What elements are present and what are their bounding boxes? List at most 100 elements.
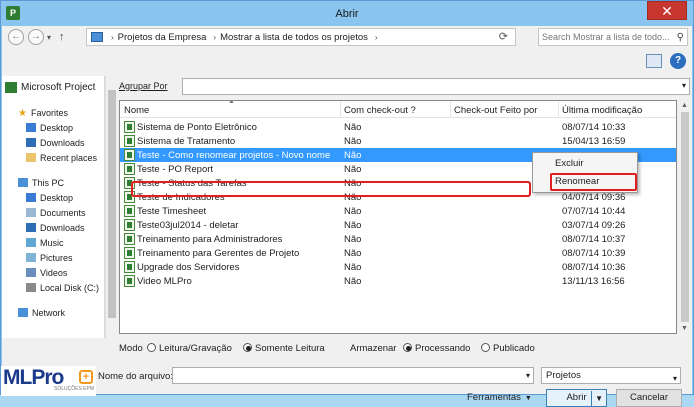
- radio-processing[interactable]: Processando: [403, 343, 470, 354]
- address-breadcrumb[interactable]: › Projetos da Empresa › Mostrar a lista …: [86, 28, 516, 46]
- radio-selected-icon: [243, 343, 252, 352]
- row-modified: 08/07/14 10:39: [562, 248, 626, 259]
- file-list-scrollbar[interactable]: ▲ ▼: [679, 100, 691, 334]
- radio-icon: [481, 343, 490, 352]
- nav-item-pictures[interactable]: Pictures: [2, 250, 104, 265]
- toolbar: ?: [2, 48, 692, 76]
- documents-icon: [26, 208, 36, 217]
- nav-item-microsoft-project[interactable]: Microsoft Project: [2, 80, 104, 95]
- radio-read-write[interactable]: Leitura/Gravação: [147, 343, 232, 354]
- project-file-icon: [124, 135, 135, 147]
- sort-caret-icon: ▲: [228, 100, 235, 105]
- address-bar-row: ← → ▾ ↑ › Projetos da Empresa › Mostrar …: [2, 26, 692, 48]
- disk-icon: [26, 283, 36, 292]
- row-name: Teste Timesheet: [137, 206, 207, 217]
- row-checkout: Não: [344, 234, 362, 245]
- row-name: Video MLPro: [137, 276, 192, 287]
- open-options-icon[interactable]: ▼: [591, 391, 603, 407]
- row-checkout: Não: [344, 164, 362, 175]
- plus-logo-icon: +: [79, 370, 93, 384]
- nav-item-local-disk[interactable]: Local Disk (C:): [2, 280, 104, 295]
- forward-button[interactable]: →: [28, 29, 44, 45]
- scroll-down-icon[interactable]: ▼: [681, 325, 688, 332]
- row-checkout: Não: [344, 136, 362, 147]
- open-button[interactable]: Abrir ▼: [546, 389, 607, 407]
- up-folder-button[interactable]: ↑: [59, 31, 65, 43]
- nav-item-documents[interactable]: Documents: [2, 205, 104, 220]
- column-header-modified[interactable]: Última modificação: [562, 105, 642, 116]
- nav-network[interactable]: Network: [2, 305, 104, 320]
- back-button[interactable]: ←: [8, 29, 24, 45]
- nav-item-videos[interactable]: Videos: [2, 265, 104, 280]
- filename-input[interactable]: ▾: [172, 367, 534, 384]
- nav-item-desktop-pc[interactable]: Desktop: [2, 190, 104, 205]
- table-row[interactable]: Treinamento para Gerentes de Projeto Não 0…: [120, 246, 676, 260]
- search-icon: ⚲: [676, 32, 684, 43]
- nav-item-downloads[interactable]: Downloads: [2, 135, 104, 150]
- videos-icon: [26, 268, 36, 277]
- breadcrumb-item[interactable]: Mostrar a lista de todos os projetos: [220, 32, 368, 43]
- cancel-button[interactable]: Cancelar: [616, 389, 682, 407]
- row-name: Teste - PO Report: [137, 164, 214, 175]
- filetype-select[interactable]: Projetos ▾: [541, 367, 681, 384]
- project-file-icon: [124, 247, 135, 259]
- radio-read-only[interactable]: Somente Leitura: [243, 343, 325, 354]
- radio-published[interactable]: Publicado: [481, 343, 535, 354]
- chevron-down-icon: ▾: [525, 371, 530, 380]
- navigation-pane: Microsoft Project ★ Favorites Desktop Do…: [2, 76, 105, 338]
- computer-icon: [18, 178, 28, 187]
- desktop-icon: [26, 193, 36, 202]
- recent-locations-icon[interactable]: ▾: [47, 33, 51, 42]
- nav-item-desktop[interactable]: Desktop: [2, 120, 104, 135]
- refresh-icon[interactable]: ⟳: [499, 30, 508, 43]
- table-row[interactable]: Video MLPro Não 13/11/13 16:56: [120, 274, 676, 288]
- title-bar: P Abrir ✕: [1, 1, 693, 26]
- group-by-bar: Agrupar Por ▾: [119, 78, 691, 96]
- breadcrumb-item[interactable]: Projetos da Empresa: [118, 32, 207, 43]
- row-checkout: Não: [344, 122, 362, 133]
- column-header-name[interactable]: Nome: [124, 105, 149, 116]
- column-header-checkout[interactable]: Com check-out ?: [344, 105, 416, 116]
- navigation-scrollbar[interactable]: [105, 76, 117, 338]
- row-modified: 04/07/14 09:36: [562, 192, 626, 203]
- group-by-select[interactable]: ▾: [182, 78, 690, 95]
- table-row[interactable]: Upgrade dos Servidores Não 08/07/14 10:36: [120, 260, 676, 274]
- network-icon: [18, 308, 28, 317]
- group-by-label: Agrupar Por: [119, 81, 168, 91]
- scroll-up-icon[interactable]: ▲: [681, 102, 688, 109]
- table-row[interactable]: Treinamento para Administradores Não 08/07…: [120, 232, 676, 246]
- mlpro-logo: MLPro SOLUÇÕES EPM +: [1, 366, 96, 396]
- row-name: Teste - Como renomear projetos - Novo no…: [137, 150, 331, 161]
- preview-pane-icon[interactable]: [646, 54, 662, 68]
- nav-favorites[interactable]: ★ Favorites: [2, 105, 104, 120]
- row-name: Sistema de Ponto Eletrônico: [137, 122, 257, 133]
- row-modified: 15/04/13 16:59: [562, 136, 626, 147]
- tools-menu-button[interactable]: Ferramentas ▼: [467, 392, 532, 403]
- nav-item-music[interactable]: Music: [2, 235, 104, 250]
- search-input[interactable]: Search Mostrar a lista de todo... ⚲: [538, 28, 688, 46]
- help-icon[interactable]: ?: [670, 53, 686, 69]
- column-header-checkout-by[interactable]: Check-out Feito por: [454, 105, 537, 116]
- row-modified: 07/07/14 10:44: [562, 206, 626, 217]
- menu-item-excluir[interactable]: Excluir: [555, 158, 584, 169]
- highlight-box-rename: [550, 173, 637, 191]
- table-row[interactable]: Teste Timesheet Não 07/07/14 10:44: [120, 204, 676, 218]
- table-row[interactable]: Sistema de Tratamento Não 15/04/13 16:59: [120, 134, 676, 148]
- table-row[interactable]: Teste03jul2014 - deletar Não 03/07/14 09:2…: [120, 218, 676, 232]
- filename-label: Nome do arquivo:: [98, 371, 173, 382]
- nav-item-recent-places[interactable]: Recent places: [2, 150, 104, 165]
- store-label: Armazenar: [350, 343, 397, 354]
- project-file-icon: [124, 261, 135, 273]
- row-modified: 08/07/14 10:33: [562, 122, 626, 133]
- close-button[interactable]: ✕: [647, 1, 687, 20]
- chevron-down-icon: ▾: [681, 81, 686, 90]
- row-checkout: Não: [344, 206, 362, 217]
- row-modified: 08/07/14 10:36: [562, 262, 626, 273]
- row-checkout: Não: [344, 150, 362, 161]
- context-menu: Excluir Renomear: [532, 152, 638, 193]
- nav-item-downloads-pc[interactable]: Downloads: [2, 220, 104, 235]
- chevron-down-icon: ▾: [672, 374, 677, 383]
- nav-this-pc[interactable]: This PC: [2, 175, 104, 190]
- column-header-row: ▲ Nome Com check-out ? Check-out Feito p…: [120, 101, 676, 118]
- table-row[interactable]: Sistema de Ponto Eletrônico Não 08/07/14 1…: [120, 120, 676, 134]
